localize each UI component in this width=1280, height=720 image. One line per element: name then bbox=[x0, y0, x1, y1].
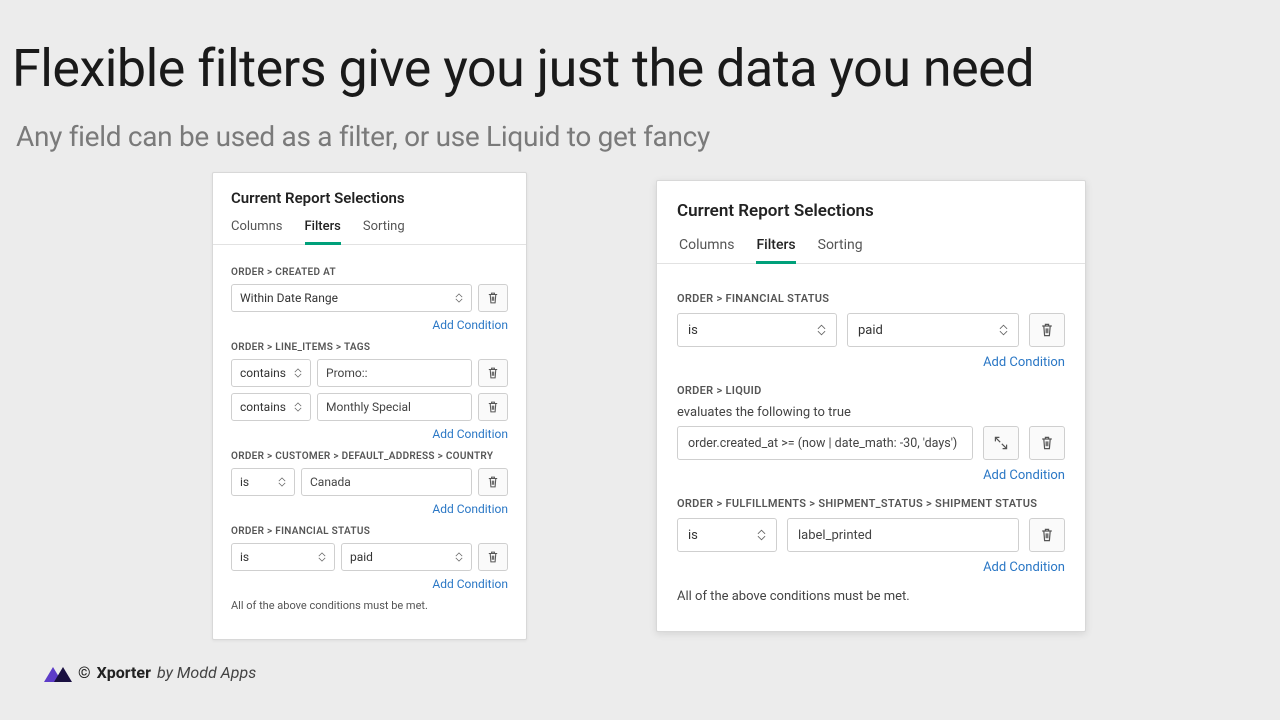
conditions-footnote: All of the above conditions must be met. bbox=[677, 589, 1065, 604]
operator-select[interactable]: is bbox=[677, 518, 777, 552]
filter-value-input[interactable]: Canada bbox=[301, 468, 472, 496]
panel-title: Current Report Selections bbox=[213, 173, 526, 213]
page-title: Flexible filters give you just the data … bbox=[12, 38, 1034, 99]
operator-select[interactable]: is bbox=[231, 468, 295, 496]
filter-value-input[interactable]: Monthly Special bbox=[317, 393, 472, 421]
filter-section-label: ORDER > FINANCIAL STATUS bbox=[231, 526, 508, 537]
filter-section-label: ORDER > FULFILLMENTS > SHIPMENT_STATUS >… bbox=[677, 497, 1065, 510]
filter-value-input[interactable]: Promo:: bbox=[317, 359, 472, 387]
operator-select[interactable]: contains bbox=[231, 359, 311, 387]
filter-section-label: ORDER > LIQUID bbox=[677, 384, 1065, 397]
add-condition-link[interactable]: Add Condition bbox=[677, 355, 1065, 370]
chevron-updown-icon bbox=[278, 477, 286, 487]
liquid-expression-input[interactable]: order.created_at >= (now | date_math: -3… bbox=[677, 426, 973, 460]
chevron-updown-icon bbox=[817, 324, 826, 336]
tab-sorting[interactable]: Sorting bbox=[363, 219, 405, 244]
add-condition-link[interactable]: Add Condition bbox=[231, 577, 508, 591]
filter-row: contains Monthly Special bbox=[231, 393, 508, 421]
report-panel-left: Current Report Selections Columns Filter… bbox=[212, 172, 527, 640]
filter-value-input[interactable]: label_printed bbox=[787, 518, 1019, 552]
conditions-footnote: All of the above conditions must be met. bbox=[231, 599, 508, 612]
tab-sorting[interactable]: Sorting bbox=[818, 237, 863, 263]
delete-button[interactable] bbox=[478, 468, 508, 496]
select-value: paid bbox=[858, 323, 883, 338]
page-subtitle: Any field can be used as a filter, or us… bbox=[16, 120, 710, 153]
select-value: is bbox=[688, 323, 698, 338]
filter-row: order.created_at >= (now | date_math: -3… bbox=[677, 426, 1065, 460]
filter-row: Within Date Range bbox=[231, 284, 508, 312]
copyright-symbol: © bbox=[78, 663, 91, 682]
input-value: Monthly Special bbox=[326, 400, 411, 414]
filter-value-select[interactable]: paid bbox=[341, 543, 472, 571]
select-value: is bbox=[240, 550, 249, 564]
filter-row: contains Promo:: bbox=[231, 359, 508, 387]
chevron-updown-icon bbox=[455, 552, 463, 562]
filter-section-label: ORDER > FINANCIAL STATUS bbox=[677, 292, 1065, 305]
add-condition-link[interactable]: Add Condition bbox=[231, 502, 508, 516]
delete-button[interactable] bbox=[1029, 518, 1065, 552]
delete-button[interactable] bbox=[478, 543, 508, 571]
input-value: Promo:: bbox=[326, 366, 368, 380]
product-name: Xporter bbox=[97, 663, 151, 682]
input-value: Canada bbox=[310, 475, 351, 489]
branding-footer: © Xporter by Modd Apps bbox=[44, 663, 256, 682]
tabs: Columns Filters Sorting bbox=[657, 229, 1085, 264]
delete-button[interactable] bbox=[1029, 426, 1065, 460]
filter-row: is label_printed bbox=[677, 518, 1065, 552]
filter-value-select[interactable]: paid bbox=[847, 313, 1019, 347]
input-value: order.created_at >= (now | date_math: -3… bbox=[688, 436, 957, 451]
delete-button[interactable] bbox=[478, 393, 508, 421]
operator-select[interactable]: contains bbox=[231, 393, 311, 421]
select-value: contains bbox=[240, 366, 286, 380]
date-range-select[interactable]: Within Date Range bbox=[231, 284, 472, 312]
filter-section-label: ORDER > CUSTOMER > DEFAULT_ADDRESS > COU… bbox=[231, 451, 508, 462]
add-condition-link[interactable]: Add Condition bbox=[677, 560, 1065, 575]
xporter-logo-icon bbox=[44, 664, 72, 682]
filter-section-label: ORDER > CREATED AT bbox=[231, 267, 508, 278]
chevron-updown-icon bbox=[757, 529, 766, 541]
select-value: is bbox=[688, 528, 698, 543]
author-name: by Modd Apps bbox=[157, 663, 256, 682]
operator-select[interactable]: is bbox=[231, 543, 335, 571]
tab-columns[interactable]: Columns bbox=[679, 237, 734, 263]
liquid-hint: evaluates the following to true bbox=[677, 405, 1065, 420]
delete-button[interactable] bbox=[1029, 313, 1065, 347]
select-value: Within Date Range bbox=[240, 291, 338, 305]
expand-button[interactable] bbox=[983, 426, 1019, 460]
chevron-updown-icon bbox=[455, 293, 463, 303]
chevron-updown-icon bbox=[318, 552, 326, 562]
panel-title: Current Report Selections bbox=[657, 181, 1085, 229]
filter-row: is Canada bbox=[231, 468, 508, 496]
filter-row: is paid bbox=[231, 543, 508, 571]
tab-filters[interactable]: Filters bbox=[756, 237, 795, 264]
chevron-updown-icon bbox=[999, 324, 1008, 336]
add-condition-link[interactable]: Add Condition bbox=[231, 318, 508, 332]
select-value: contains bbox=[240, 400, 286, 414]
select-value: paid bbox=[350, 550, 373, 564]
chevron-updown-icon bbox=[294, 368, 302, 378]
filter-section-label: ORDER > LINE_ITEMS > TAGS bbox=[231, 342, 508, 353]
select-value: is bbox=[240, 475, 249, 489]
filter-row: is paid bbox=[677, 313, 1065, 347]
delete-button[interactable] bbox=[478, 284, 508, 312]
operator-select[interactable]: is bbox=[677, 313, 837, 347]
tab-filters[interactable]: Filters bbox=[305, 219, 341, 245]
add-condition-link[interactable]: Add Condition bbox=[677, 468, 1065, 483]
report-panel-right: Current Report Selections Columns Filter… bbox=[656, 180, 1086, 632]
add-condition-link[interactable]: Add Condition bbox=[231, 427, 508, 441]
input-value: label_printed bbox=[798, 528, 872, 543]
chevron-updown-icon bbox=[294, 402, 302, 412]
tab-columns[interactable]: Columns bbox=[231, 219, 283, 244]
tabs: Columns Filters Sorting bbox=[213, 213, 526, 245]
delete-button[interactable] bbox=[478, 359, 508, 387]
